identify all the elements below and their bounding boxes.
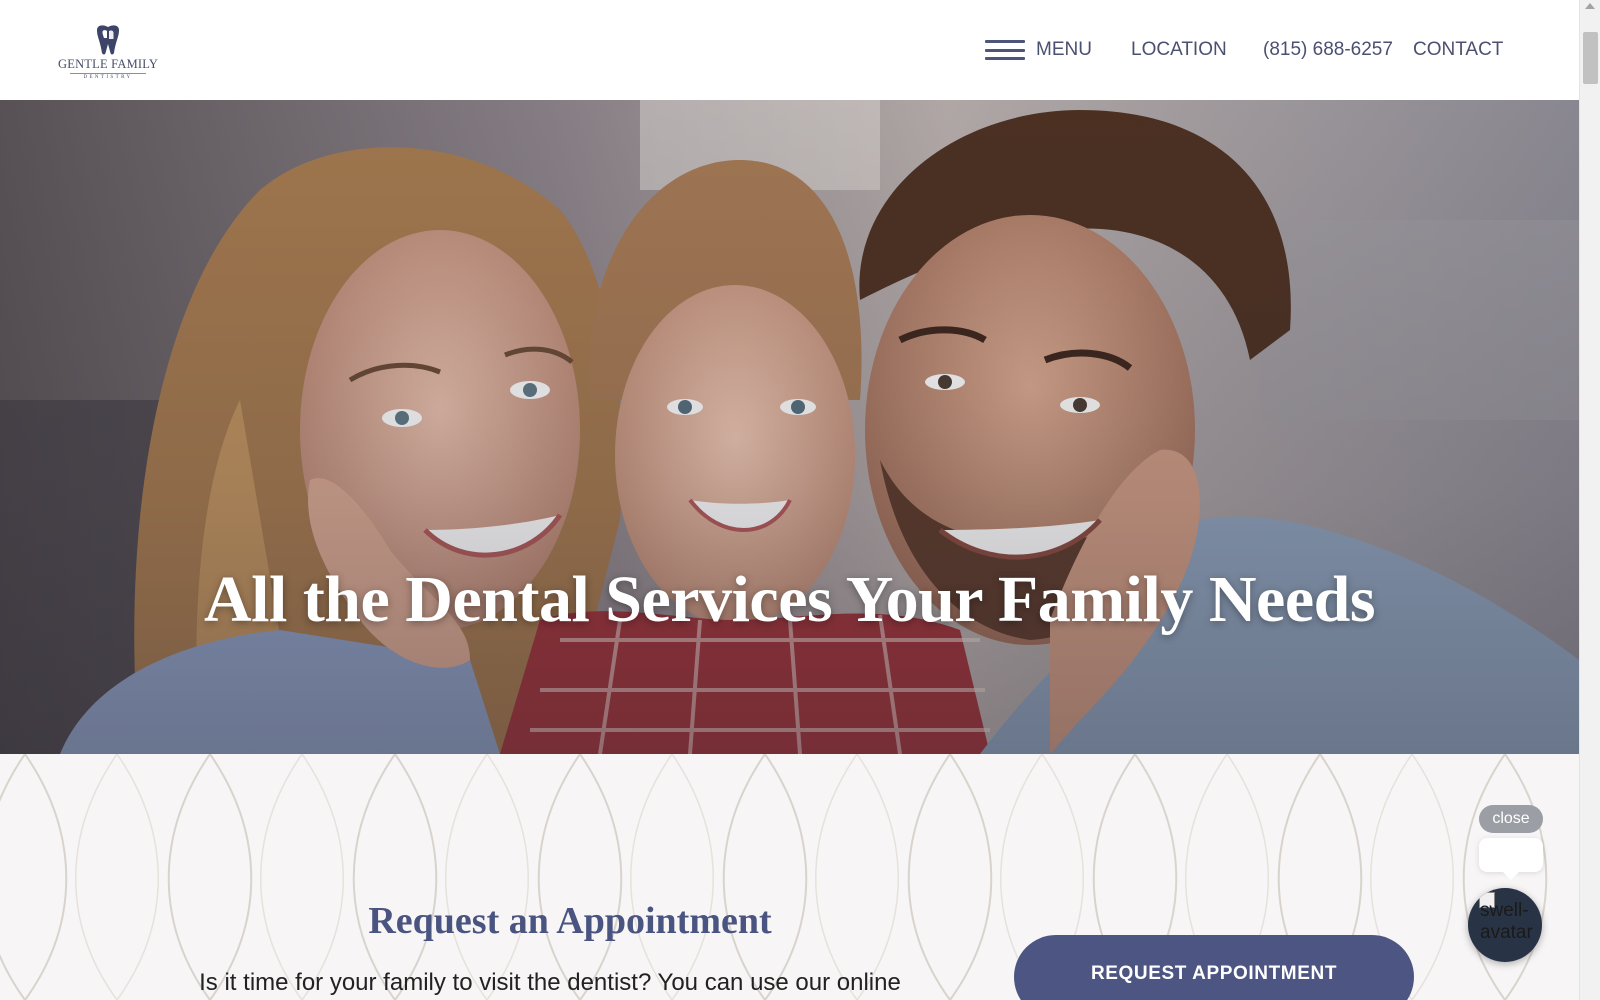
hamburger-icon: [985, 40, 1025, 60]
nav-location-link[interactable]: LOCATION: [1131, 35, 1227, 65]
menu-label: MENU: [1036, 39, 1092, 60]
appointment-section: Request an Appointment Is it time for yo…: [0, 754, 1579, 1000]
appointment-text: Is it time for your family to visit the …: [199, 969, 901, 996]
main-nav: MENU LOCATION (815) 688-6257 CONTACT: [0, 35, 1579, 65]
site-header: GENTLE FAMILY DENTISTRY MENU LOCATION (8…: [0, 0, 1579, 100]
menu-button[interactable]: MENU: [985, 35, 1092, 65]
hero-headline: All the Dental Services Your Family Need…: [203, 563, 1376, 636]
hero-overlay: [0, 100, 1579, 754]
hero-banner: All the Dental Services Your Family Need…: [0, 100, 1579, 754]
request-appointment-button[interactable]: REQUEST APPOINTMENT: [1014, 935, 1414, 1000]
chat-message-bubble[interactable]: [1479, 838, 1543, 880]
scroll-up-arrow-icon[interactable]: [1585, 3, 1595, 9]
nav-contact-link[interactable]: CONTACT: [1413, 35, 1503, 65]
chat-avatar-button[interactable]: swell-avatar: [1468, 888, 1542, 962]
logo-subtitle: DENTISTRY: [70, 73, 146, 80]
nav-phone-link[interactable]: (815) 688-6257: [1263, 35, 1393, 65]
scroll-thumb[interactable]: [1583, 32, 1598, 84]
chat-avatar-alt-text: swell-avatar: [1480, 900, 1533, 943]
page-scrollbar[interactable]: [1579, 0, 1600, 1000]
appointment-title: Request an Appointment: [368, 900, 772, 942]
chat-close-button[interactable]: close: [1479, 805, 1543, 833]
